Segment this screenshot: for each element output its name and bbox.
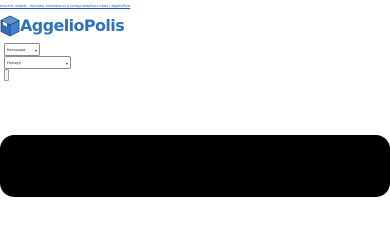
- search-button[interactable]: [4, 69, 9, 81]
- logo-wordmark: AggelioPolis: [20, 16, 125, 35]
- site-title-link[interactable]: Αγγελίες αγοράς - πώλησης καινούργιων & …: [0, 4, 130, 8]
- site-logo[interactable]: AggelioPolis: [0, 15, 125, 37]
- chevron-down-icon: [66, 62, 68, 65]
- chevron-down-icon: [35, 49, 37, 52]
- region-select[interactable]: Περιοχή: [4, 56, 71, 69]
- banner-area: [0, 135, 390, 197]
- category-select[interactable]: Κατηγορία: [4, 43, 40, 56]
- region-select-value: Περιοχή: [7, 61, 21, 65]
- box-logo-icon: [0, 15, 20, 37]
